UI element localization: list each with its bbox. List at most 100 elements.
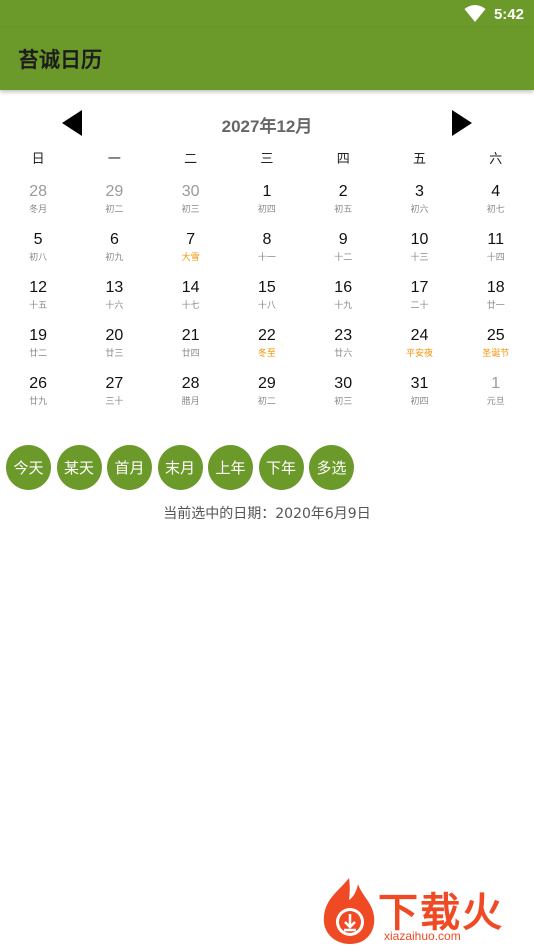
next-year-button[interactable]: 下年 (258, 445, 304, 490)
lunar-date-label: 初六 (410, 205, 429, 215)
calendar-day-cell[interactable]: 22 冬至 (229, 322, 305, 370)
day-number: 29 (105, 183, 124, 200)
calendar-day-cell[interactable]: 3 初六 (381, 178, 457, 226)
calendar-week-row: 12 十五 13 十六 14 十七 15 十八 16 十九 17 二十 18 廿一 (0, 274, 534, 322)
lunar-date-label: 大雪 (181, 253, 200, 263)
previous-year-button[interactable]: 上年 (208, 445, 253, 490)
calendar-day-cell[interactable]: 28 冬月 (0, 178, 76, 226)
calendar-day-cell[interactable]: 30 初三 (305, 370, 381, 418)
day-number: 10 (410, 231, 429, 248)
calendar-day-cell[interactable]: 10 十三 (381, 226, 457, 274)
calendar-day-cell[interactable]: 23 廿六 (305, 322, 381, 370)
calendar-day-cell[interactable]: 27 三十 (76, 370, 152, 418)
calendar-day-cell[interactable]: 29 初二 (76, 178, 152, 226)
calendar-day-cell[interactable]: 1 元旦 (458, 370, 534, 418)
calendar-grid: 28 冬月 29 初二 30 初三 1 初四 2 初五 3 初六 4 初七 5 初八 6 初九 7 大雪 8 十一 9 十二 1… (0, 178, 534, 418)
lunar-date-label: 十八 (257, 301, 276, 311)
lunar-date-label: 初九 (105, 253, 124, 263)
first-month-button[interactable]: 首月 (107, 445, 152, 490)
calendar-day-cell[interactable]: 18 廿一 (458, 274, 534, 322)
wifi-icon (464, 5, 486, 22)
lunar-date-label: 十五 (29, 301, 48, 311)
status-icons: 5:42 (464, 4, 524, 24)
day-number: 16 (334, 279, 353, 296)
calendar-day-cell[interactable]: 1 初四 (229, 178, 305, 226)
lunar-date-label: 初七 (486, 205, 505, 215)
app-title: 苔诚日历 (18, 48, 102, 72)
selected-date-text: 当前选中的日期：2020年6月9日 (163, 506, 371, 522)
day-number: 6 (109, 231, 119, 248)
watermark-logo: 下载火 xiazaihuo.com (312, 874, 534, 949)
next-month-arrow-icon[interactable] (452, 110, 472, 136)
lunar-date-label: 廿四 (181, 349, 200, 359)
calendar-day-cell[interactable]: 19 廿二 (0, 322, 76, 370)
weekday-friday: 五 (412, 152, 426, 167)
weekday-wednesday: 三 (260, 152, 274, 167)
day-number: 19 (29, 327, 48, 344)
day-number: 15 (258, 279, 276, 296)
calendar-day-cell[interactable]: 24 平安夜 (381, 322, 457, 370)
calendar-day-cell[interactable]: 6 初九 (76, 226, 152, 274)
day-number: 28 (181, 375, 200, 392)
day-number: 9 (338, 231, 348, 248)
day-number: 30 (334, 375, 353, 392)
day-number: 26 (29, 375, 48, 392)
calendar-day-cell[interactable]: 13 十六 (76, 274, 152, 322)
day-number: 8 (262, 231, 272, 248)
lunar-date-label: 十七 (181, 301, 200, 311)
calendar-day-cell[interactable]: 12 十五 (0, 274, 76, 322)
lunar-date-label: 初三 (334, 397, 353, 407)
day-number: 22 (258, 327, 276, 344)
calendar-week-row: 5 初八 6 初九 7 大雪 8 十一 9 十二 10 十三 11 十四 (0, 226, 534, 274)
calendar-day-cell[interactable]: 16 十九 (305, 274, 381, 322)
day-number: 1 (491, 375, 501, 392)
calendar-day-cell[interactable]: 30 初三 (153, 178, 229, 226)
calendar-day-cell[interactable]: 8 十一 (229, 226, 305, 274)
day-number: 1 (262, 183, 272, 200)
day-number: 17 (410, 279, 429, 296)
lunar-date-label: 十二 (334, 253, 353, 263)
day-number: 18 (486, 279, 505, 296)
weekday-tuesday: 二 (184, 152, 198, 167)
day-number: 7 (186, 231, 196, 248)
lunar-date-label: 初二 (105, 205, 124, 215)
day-number: 2 (338, 183, 348, 200)
status-bar: 5:42 (0, 0, 534, 28)
calendar-day-cell[interactable]: 4 初七 (458, 178, 534, 226)
calendar-day-cell[interactable]: 5 初八 (0, 226, 76, 274)
calendar-day-cell[interactable]: 9 十二 (305, 226, 381, 274)
calendar-day-cell[interactable]: 15 十八 (229, 274, 305, 322)
day-number: 13 (105, 279, 124, 296)
today-button[interactable]: 今天 (6, 445, 51, 490)
calendar-day-cell[interactable]: 21 廿四 (153, 322, 229, 370)
weekday-saturday: 六 (489, 152, 503, 167)
some-day-button[interactable]: 某天 (56, 445, 102, 490)
last-month-button[interactable]: 末月 (157, 445, 203, 490)
calendar-day-cell[interactable]: 14 十七 (153, 274, 229, 322)
calendar-day-cell[interactable]: 2 初五 (305, 178, 381, 226)
calendar-day-cell[interactable]: 25 圣诞节 (458, 322, 534, 370)
calendar-day-cell[interactable]: 11 十四 (458, 226, 534, 274)
calendar-day-cell[interactable]: 20 廿三 (76, 322, 152, 370)
lunar-date-label: 廿一 (486, 301, 505, 311)
calendar-day-cell[interactable]: 26 廿九 (0, 370, 76, 418)
calendar-day-cell[interactable]: 31 初四 (381, 370, 457, 418)
calendar-day-cell[interactable]: 7 大雪 (153, 226, 229, 274)
lunar-date-label: 廿九 (29, 397, 48, 407)
lunar-date-label: 十一 (257, 253, 276, 263)
calendar-day-cell[interactable]: 29 初二 (229, 370, 305, 418)
day-number: 25 (486, 327, 505, 344)
weekday-sunday: 日 (31, 152, 45, 167)
watermark-url: xiazaihuo.com (384, 929, 461, 943)
day-number: 21 (181, 327, 200, 344)
calendar-day-cell[interactable]: 17 二十 (381, 274, 457, 322)
lunar-date-label: 初二 (257, 397, 276, 407)
lunar-date-label: 初四 (257, 205, 276, 215)
multi-select-button[interactable]: 多选 (309, 445, 354, 490)
lunar-date-label: 圣诞节 (482, 349, 510, 359)
lunar-date-label: 廿二 (29, 349, 48, 359)
day-number: 11 (487, 231, 505, 248)
lunar-date-label: 初八 (29, 253, 48, 263)
calendar-day-cell[interactable]: 28 腊月 (153, 370, 229, 418)
lunar-date-label: 元旦 (486, 397, 505, 407)
